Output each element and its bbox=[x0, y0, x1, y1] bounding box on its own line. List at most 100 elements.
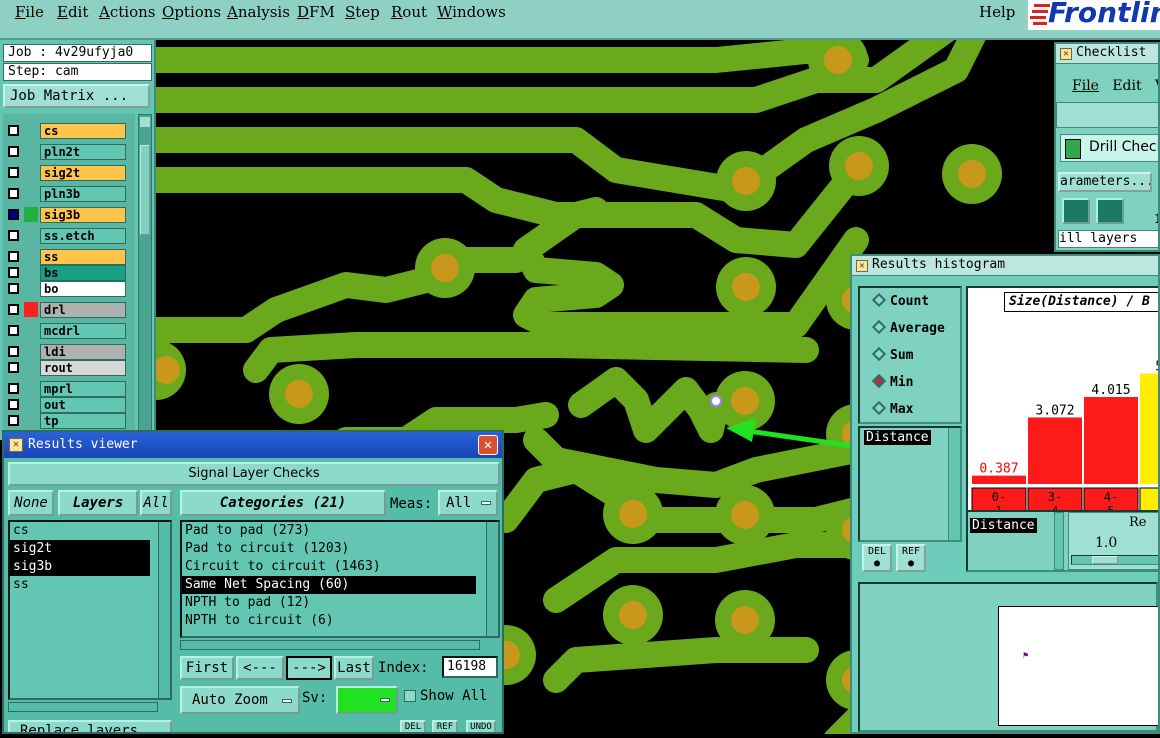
layer-name[interactable]: ss.etch bbox=[40, 228, 126, 244]
radio-min-icon[interactable] bbox=[871, 373, 887, 389]
ref-button[interactable]: REF bbox=[432, 720, 458, 732]
layer-name[interactable]: bo bbox=[40, 281, 126, 297]
parameters-button[interactable]: arameters... bbox=[1058, 172, 1152, 192]
layer-row[interactable]: mprl bbox=[3, 380, 135, 397]
layer-row[interactable]: drl bbox=[3, 301, 135, 318]
layer-name[interactable]: drl bbox=[40, 302, 126, 318]
layer-result-item[interactable]: cs bbox=[10, 522, 150, 540]
layer-row[interactable]: bo bbox=[3, 280, 135, 297]
layer-row[interactable]: rout bbox=[3, 359, 135, 376]
layer-color-swatch[interactable] bbox=[24, 302, 38, 317]
last-button[interactable]: Last bbox=[334, 656, 374, 680]
layer-color-swatch[interactable] bbox=[24, 207, 38, 222]
first-button[interactable]: First bbox=[180, 656, 234, 680]
histogram-del-button[interactable]: DEL ● bbox=[862, 544, 892, 572]
layer-row[interactable]: out bbox=[3, 396, 135, 413]
radio-max-icon[interactable] bbox=[871, 400, 887, 416]
drill-check-icon[interactable] bbox=[1065, 139, 1081, 159]
layer-checkbox[interactable] bbox=[8, 325, 19, 336]
job-matrix-button[interactable]: Job Matrix ... bbox=[3, 84, 150, 108]
layer-name[interactable]: out bbox=[40, 397, 126, 413]
histogram-bar[interactable] bbox=[1028, 417, 1082, 484]
layer-checkbox[interactable] bbox=[8, 167, 19, 178]
histogram-bar[interactable] bbox=[1140, 373, 1160, 485]
menu-rout[interactable]: Rout bbox=[391, 3, 427, 21]
layer-color-swatch[interactable] bbox=[24, 228, 38, 243]
histogram-preview-panel[interactable]: ⚑ bbox=[998, 606, 1158, 726]
menu-file[interactable]: File bbox=[15, 3, 44, 21]
layer-color-swatch[interactable] bbox=[24, 344, 38, 359]
histogram-bar[interactable] bbox=[972, 475, 1026, 484]
layer-row[interactable]: sig2t bbox=[3, 164, 135, 181]
option-count[interactable]: Count bbox=[871, 292, 929, 309]
categories-button[interactable]: Categories (21) bbox=[180, 490, 386, 516]
histogram-titlebar[interactable]: ✕ Results histogram bbox=[852, 256, 1158, 276]
layer-row[interactable]: ss.etch bbox=[3, 227, 135, 244]
index-input[interactable]: 16198 bbox=[442, 656, 498, 678]
menu-analysis[interactable]: Analysis bbox=[227, 3, 290, 21]
layer-row[interactable]: bs bbox=[3, 264, 135, 281]
layer-name[interactable]: pln2t bbox=[40, 144, 126, 160]
category-item[interactable]: Circuit to circuit (1463) bbox=[182, 558, 476, 576]
layer-name[interactable]: bs bbox=[40, 265, 126, 281]
layer-checkbox[interactable] bbox=[8, 230, 19, 241]
signal-layer-checks-header[interactable]: Signal Layer Checks bbox=[8, 462, 500, 486]
option-min[interactable]: Min bbox=[871, 373, 913, 390]
layer-name[interactable]: mprl bbox=[40, 381, 126, 397]
layer-row[interactable]: sig3b bbox=[3, 206, 135, 223]
layer-color-swatch[interactable] bbox=[24, 265, 38, 280]
layer-checkbox[interactable] bbox=[8, 188, 19, 199]
layer-color-swatch[interactable] bbox=[24, 413, 38, 428]
layer-color-swatch[interactable] bbox=[24, 381, 38, 396]
prev-button[interactable]: <--- bbox=[236, 656, 284, 680]
layer-checkbox[interactable] bbox=[8, 146, 19, 157]
layer-color-swatch[interactable] bbox=[24, 397, 38, 412]
layer-row[interactable]: ldi bbox=[3, 343, 135, 360]
menu-actions[interactable]: Actions bbox=[99, 3, 155, 21]
layer-name[interactable]: ss bbox=[40, 249, 126, 265]
viewer-titlebar[interactable]: ✕ Results viewer ✕ bbox=[4, 432, 502, 458]
layer-name[interactable]: sig2t bbox=[40, 165, 126, 181]
category-item[interactable]: Pad to circuit (1203) bbox=[182, 540, 476, 558]
layers-button[interactable]: Layers bbox=[58, 490, 138, 516]
layer-row[interactable]: mcdrl bbox=[3, 322, 135, 339]
scroll-up-icon[interactable] bbox=[140, 117, 150, 127]
scroll-thumb[interactable] bbox=[140, 145, 150, 235]
layer-color-swatch[interactable] bbox=[24, 123, 38, 138]
layer-checkbox[interactable] bbox=[8, 209, 19, 220]
layer-results-scrollbar[interactable] bbox=[158, 522, 170, 698]
category-item[interactable]: Pad to pad (273) bbox=[182, 522, 476, 540]
layer-checkbox[interactable] bbox=[8, 383, 19, 394]
resolution-slider[interactable] bbox=[1071, 555, 1158, 565]
auto-zoom-dropdown[interactable]: Auto Zoom bbox=[180, 686, 300, 714]
field-scrollbar[interactable] bbox=[948, 428, 960, 540]
checklist-menu-edit[interactable]: Edit bbox=[1112, 78, 1141, 94]
undo-button[interactable]: UNDO bbox=[466, 720, 496, 732]
drill-layers-field[interactable]: ill layers bbox=[1058, 230, 1158, 248]
histogram-ref-button[interactable]: REF ● bbox=[896, 544, 926, 572]
radio-count-icon[interactable] bbox=[871, 292, 887, 308]
field-distance[interactable]: Distance bbox=[864, 430, 931, 445]
run-check-icon[interactable] bbox=[1062, 198, 1090, 224]
show-all-checkbox[interactable] bbox=[404, 690, 416, 702]
checklist-menu-file[interactable]: File bbox=[1072, 78, 1099, 94]
layer-color-swatch[interactable] bbox=[24, 186, 38, 201]
close-icon[interactable]: ✕ bbox=[478, 435, 498, 455]
layer-checkbox[interactable] bbox=[8, 304, 19, 315]
layer-color-swatch[interactable] bbox=[24, 281, 38, 296]
option-max[interactable]: Max bbox=[871, 400, 913, 417]
layers-none-button[interactable]: None bbox=[8, 490, 54, 516]
category-item[interactable]: NPTH to pad (12) bbox=[182, 594, 476, 612]
layer-color-swatch[interactable] bbox=[24, 165, 38, 180]
menu-edit[interactable]: Edit bbox=[57, 3, 88, 21]
menu-dfm[interactable]: DFM bbox=[297, 3, 335, 21]
layer-row[interactable]: pln3b bbox=[3, 185, 135, 202]
layer-row[interactable]: pln2t bbox=[3, 143, 135, 160]
sv-color-dropdown[interactable] bbox=[336, 686, 398, 714]
layer-name[interactable]: tp bbox=[40, 413, 126, 429]
field2-distance[interactable]: Distance bbox=[970, 518, 1037, 533]
run-all-icon[interactable] bbox=[1096, 198, 1124, 224]
layer-checkbox[interactable] bbox=[8, 415, 19, 426]
layer-checkbox[interactable] bbox=[8, 125, 19, 136]
replace-layers-dropdown[interactable]: Replace layers bbox=[8, 720, 172, 732]
